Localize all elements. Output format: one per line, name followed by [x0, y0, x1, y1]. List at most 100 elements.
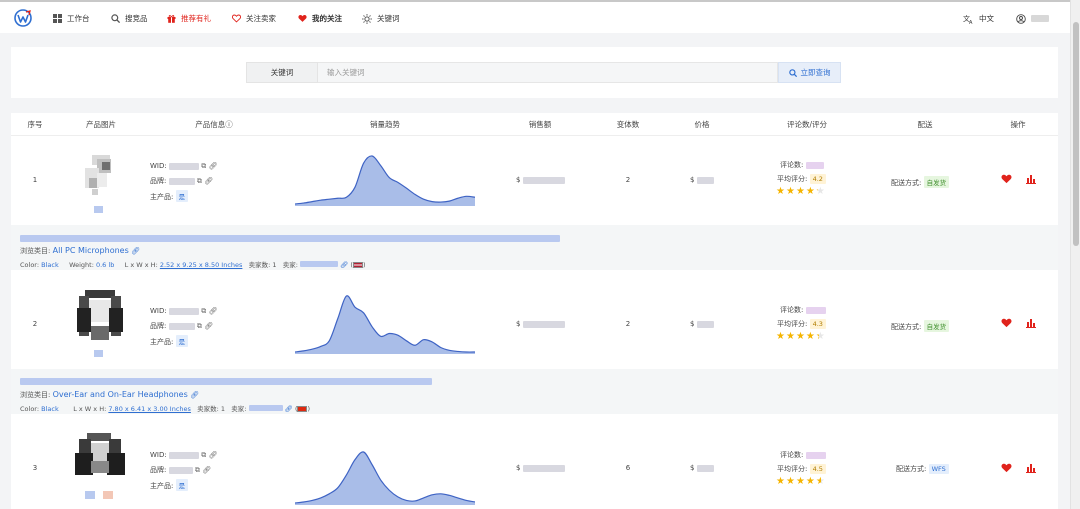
rating-badge: 4.5	[809, 464, 826, 474]
copy-icon[interactable]: ⧉	[201, 162, 206, 170]
wid-label: WID:	[150, 451, 167, 459]
row-index: 1	[32, 176, 38, 184]
category-link[interactable]: All PC Microphones	[53, 246, 129, 255]
currency-symbol: $	[516, 464, 521, 472]
row-index: 3	[32, 464, 38, 472]
nav-my-follows-label: 我的关注	[312, 14, 342, 23]
delivery-tag: 自发货	[923, 320, 950, 332]
product-detail-row: 浏览类目: Over-Ear and On-Ear Headphones 🔗︎ …	[11, 369, 1058, 414]
nav-keywords[interactable]: 关键词	[362, 2, 400, 35]
user-icon	[1016, 13, 1026, 24]
review-count-redacted	[805, 161, 824, 169]
price-redacted	[696, 176, 714, 184]
rating-label: 平均评分:	[777, 175, 808, 183]
dims-value[interactable]: 2.52 x 9.25 x 8.50 Inches	[160, 261, 243, 269]
rating-badge: 4.2	[809, 174, 826, 184]
link-icon[interactable]: 🔗︎	[190, 391, 199, 399]
analytics-button[interactable]	[1026, 174, 1036, 184]
keyword-input[interactable]: 输入关键词	[318, 62, 778, 83]
nav-workbench[interactable]: 工作台	[52, 2, 90, 35]
brand-line: 品牌: ⧉ 🔗︎	[150, 321, 213, 331]
seller-name-redacted[interactable]	[248, 405, 283, 411]
brand-label: 品牌:	[150, 466, 167, 474]
category-line: 浏览类目: Over-Ear and On-Ear Headphones 🔗︎	[20, 390, 199, 400]
dims-value[interactable]: 7.80 x 6.41 x 3.00 Inches	[108, 405, 191, 413]
language-switcher[interactable]: 文A 中文	[962, 2, 995, 35]
copy-icon[interactable]: ⧉	[197, 177, 202, 185]
page-scrollbar[interactable]	[1070, 0, 1080, 509]
seller-name-redacted[interactable]	[300, 261, 339, 267]
analytics-button[interactable]	[1026, 463, 1036, 473]
main-product-tag: 是	[175, 335, 189, 347]
copy-icon[interactable]: ⧉	[197, 322, 202, 330]
link-icon[interactable]: 🔗︎	[204, 322, 213, 330]
review-count-label: 评论数:	[780, 161, 804, 169]
nav-followed-sellers[interactable]: 关注卖家	[231, 2, 276, 35]
analytics-button[interactable]	[1026, 318, 1036, 328]
nav-my-follows[interactable]: 我的关注	[297, 2, 342, 35]
link-icon[interactable]: 🔗︎	[285, 405, 293, 413]
dims-label: L x W x H:	[124, 261, 158, 269]
follow-button[interactable]	[1001, 463, 1012, 473]
col-reviews[interactable]: 评论数/评分	[787, 113, 827, 136]
variant-count: 2	[625, 320, 631, 328]
rating-line: 平均评分: 4.2	[777, 174, 826, 184]
currency-symbol: $	[690, 464, 695, 472]
nav-keywords-label: 关键词	[377, 14, 400, 23]
copy-icon[interactable]: ⧉	[195, 466, 200, 474]
sales-amount: $	[516, 464, 565, 472]
app-logo[interactable]	[14, 8, 32, 27]
follow-button[interactable]	[1001, 318, 1012, 328]
main-product-label: 主产品:	[150, 193, 174, 201]
col-variants: 变体数	[616, 120, 640, 129]
search-icon	[788, 68, 797, 77]
table-row: 3 WID: ⧉ 🔗︎ 品牌: ⧉ 🔗︎ 主产品: 是 $ 6 $ 评论数: 平…	[11, 414, 1058, 509]
copy-icon[interactable]: ⧉	[201, 307, 206, 315]
link-icon[interactable]: 🔗︎	[204, 177, 213, 185]
wid-line: WID: ⧉ 🔗︎	[150, 307, 217, 316]
color-value[interactable]: Black	[41, 261, 59, 269]
link-icon[interactable]: 🔗︎	[202, 466, 211, 474]
nav-referral[interactable]: 推荐有礼	[166, 2, 211, 35]
translate-icon: 文A	[962, 14, 974, 24]
star-icon: ★	[795, 476, 806, 487]
product-image[interactable]	[73, 282, 127, 362]
heart-outline-icon	[231, 14, 241, 24]
product-title-redacted[interactable]	[20, 378, 432, 387]
link-icon[interactable]: 🔗︎	[340, 261, 348, 269]
sales-trend-chart[interactable]	[295, 294, 475, 354]
color-value[interactable]: Black	[41, 405, 59, 413]
query-button[interactable]: 立即查询	[778, 62, 841, 83]
sales-trend-chart[interactable]	[295, 450, 475, 505]
scrollbar-thumb[interactable]	[1073, 22, 1079, 246]
link-icon[interactable]: 🔗︎	[208, 307, 217, 315]
copy-icon[interactable]: ⧉	[201, 451, 206, 459]
wid-redacted	[168, 307, 199, 315]
sales-trend-chart[interactable]	[295, 154, 475, 206]
link-icon[interactable]: 🔗︎	[208, 451, 217, 459]
category-label: 浏览类目:	[20, 391, 51, 399]
user-menu[interactable]	[1016, 2, 1049, 35]
rating-label: 平均评分:	[777, 320, 808, 328]
link-icon[interactable]: 🔗︎	[208, 162, 217, 170]
sales-redacted	[522, 176, 565, 184]
price: $	[690, 176, 714, 184]
col-info: 产品信息ⓘ	[195, 120, 233, 129]
main-product-line: 主产品: 是	[150, 190, 189, 202]
us-flag-icon	[352, 262, 363, 268]
link-icon[interactable]: 🔗︎	[131, 247, 140, 255]
wid-label: WID:	[150, 307, 167, 315]
follow-button[interactable]	[1001, 174, 1012, 184]
weight-value[interactable]: 0.6 lb	[96, 261, 114, 269]
product-image[interactable]	[75, 151, 127, 216]
product-title-redacted[interactable]	[20, 235, 560, 244]
product-image[interactable]	[71, 427, 129, 505]
table-row: 2 WID: ⧉ 🔗︎ 品牌: ⧉ 🔗︎ 主产品: 是 $ 2 $ 评论数: 平…	[11, 270, 1058, 369]
wid-line: WID: ⧉ 🔗︎	[150, 162, 217, 171]
sales-redacted	[522, 320, 565, 328]
product-table: 序号 产品图片 产品信息ⓘ 销量趋势 销售额 变体数 价格 评论数/评分 配送 …	[11, 113, 1058, 509]
category-link[interactable]: Over-Ear and On-Ear Headphones	[53, 390, 188, 399]
star-icon: ★	[785, 331, 796, 342]
delivery-info: 配送方式: 自发货	[891, 320, 950, 332]
nav-search-competitors[interactable]: 搜竞品	[110, 2, 148, 35]
